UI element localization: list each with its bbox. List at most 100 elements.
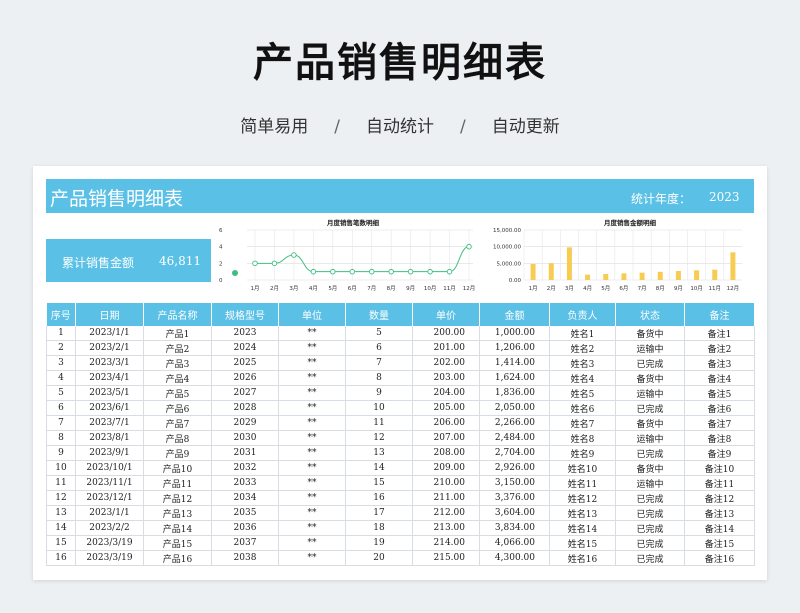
cell-col-price[interactable]: 211.00 bbox=[412, 490, 480, 506]
cell-col-qty[interactable]: 16 bbox=[345, 490, 413, 506]
table-row[interactable]: 12 2023/12/1 产品12 2034 ** 16 211.00 3,376.00 姓名1… bbox=[46, 490, 755, 506]
year-value[interactable]: 2023 bbox=[709, 190, 740, 204]
cell-col-price[interactable]: 210.00 bbox=[412, 475, 480, 491]
cell-col-unit[interactable]: ** bbox=[278, 475, 346, 491]
header-col-date[interactable]: 日期 bbox=[75, 303, 144, 326]
cell-col-status[interactable]: 已完成 bbox=[615, 535, 685, 551]
header-col-qty[interactable]: 数量 bbox=[345, 303, 413, 326]
table-row[interactable]: 9 2023/9/1 产品9 2031 ** 13 208.00 2,704.00 姓名9 已完成… bbox=[46, 445, 755, 461]
cell-col-qty[interactable]: 13 bbox=[345, 445, 413, 461]
cell-col-index[interactable]: 3 bbox=[46, 355, 76, 371]
cell-col-remark[interactable]: 备注9 bbox=[684, 445, 755, 461]
cell-col-remark[interactable]: 备注11 bbox=[684, 475, 755, 491]
cell-col-date[interactable]: 2023/4/1 bbox=[75, 370, 144, 386]
cell-col-amount[interactable]: 1,836.00 bbox=[479, 385, 550, 401]
monthly-amount-chart[interactable]: 月度销售金额明细 0.00 5,000.00 10,000.00 15,000.00 1月… bbox=[480, 216, 754, 298]
table-row[interactable]: 8 2023/8/1 产品8 2030 ** 12 207.00 2,484.00 姓名8 运输中… bbox=[46, 430, 755, 446]
cell-col-amount[interactable]: 3,604.00 bbox=[479, 505, 550, 521]
cell-col-amount[interactable]: 1,000.00 bbox=[479, 326, 550, 341]
cell-col-qty[interactable]: 14 bbox=[345, 460, 413, 476]
table-row[interactable]: 16 2023/3/19 产品16 2038 ** 20 215.00 4,300.00 姓名1… bbox=[46, 550, 755, 566]
cell-col-product[interactable]: 产品13 bbox=[143, 505, 212, 521]
cell-col-index[interactable]: 2 bbox=[46, 340, 76, 356]
cell-col-remark[interactable]: 备注13 bbox=[684, 505, 755, 521]
header-col-unit[interactable]: 单位 bbox=[278, 303, 346, 326]
cell-col-unit[interactable]: ** bbox=[278, 400, 346, 416]
cell-col-qty[interactable]: 20 bbox=[345, 550, 413, 566]
cell-col-index[interactable]: 13 bbox=[46, 505, 76, 521]
cell-col-owner[interactable]: 姓名10 bbox=[549, 460, 616, 476]
cell-col-price[interactable]: 208.00 bbox=[412, 445, 480, 461]
cell-col-owner[interactable]: 姓名5 bbox=[549, 385, 616, 401]
cell-col-qty[interactable]: 12 bbox=[345, 430, 413, 446]
cell-col-index[interactable]: 16 bbox=[46, 550, 76, 566]
cell-col-spec[interactable]: 2027 bbox=[211, 385, 279, 401]
cell-col-index[interactable]: 8 bbox=[46, 430, 76, 446]
cell-col-qty[interactable]: 6 bbox=[345, 340, 413, 356]
cell-col-spec[interactable]: 2038 bbox=[211, 550, 279, 566]
cell-col-amount[interactable]: 1,414.00 bbox=[479, 355, 550, 371]
cell-col-spec[interactable]: 2030 bbox=[211, 430, 279, 446]
cell-col-qty[interactable]: 19 bbox=[345, 535, 413, 551]
monthly-count-chart[interactable]: 月度销售笔数明细 0 2 4 6 1月 2月 3月 4月 5月 6月 7月 8月 9月 10月 11月 12月 bbox=[213, 216, 476, 298]
cell-col-status[interactable]: 已完成 bbox=[615, 490, 685, 506]
cell-col-remark[interactable]: 备注16 bbox=[684, 550, 755, 566]
cell-col-amount[interactable]: 2,484.00 bbox=[479, 430, 550, 446]
header-col-index[interactable]: 序号 bbox=[46, 303, 76, 326]
table-row[interactable]: 4 2023/4/1 产品4 2026 ** 8 203.00 1,624.00 姓名4 备货中备… bbox=[46, 370, 755, 386]
cell-col-qty[interactable]: 17 bbox=[345, 505, 413, 521]
cell-col-unit[interactable]: ** bbox=[278, 505, 346, 521]
cell-col-spec[interactable]: 2033 bbox=[211, 475, 279, 491]
cell-col-status[interactable]: 备货中 bbox=[615, 460, 685, 476]
cell-col-qty[interactable]: 15 bbox=[345, 475, 413, 491]
cell-col-price[interactable]: 213.00 bbox=[412, 520, 480, 536]
cell-col-qty[interactable]: 7 bbox=[345, 355, 413, 371]
cell-col-product[interactable]: 产品4 bbox=[143, 370, 212, 386]
cell-col-unit[interactable]: ** bbox=[278, 385, 346, 401]
cell-col-unit[interactable]: ** bbox=[278, 370, 346, 386]
cell-col-date[interactable]: 2023/11/1 bbox=[75, 475, 144, 491]
cell-col-owner[interactable]: 姓名2 bbox=[549, 340, 616, 356]
cell-col-status[interactable]: 已完成 bbox=[615, 445, 685, 461]
cell-col-unit[interactable]: ** bbox=[278, 460, 346, 476]
table-row[interactable]: 10 2023/10/1 产品10 2032 ** 14 209.00 2,926.00 姓名1… bbox=[46, 460, 755, 476]
header-col-price[interactable]: 单价 bbox=[412, 303, 480, 326]
cell-col-remark[interactable]: 备注10 bbox=[684, 460, 755, 476]
cell-col-owner[interactable]: 姓名3 bbox=[549, 355, 616, 371]
header-col-status[interactable]: 状态 bbox=[615, 303, 685, 326]
cell-col-product[interactable]: 产品6 bbox=[143, 400, 212, 416]
cell-col-owner[interactable]: 姓名11 bbox=[549, 475, 616, 491]
cell-col-amount[interactable]: 4,300.00 bbox=[479, 550, 550, 566]
cell-col-product[interactable]: 产品12 bbox=[143, 490, 212, 506]
cell-col-owner[interactable]: 姓名15 bbox=[549, 535, 616, 551]
cell-col-product[interactable]: 产品2 bbox=[143, 340, 212, 356]
cell-col-product[interactable]: 产品15 bbox=[143, 535, 212, 551]
cell-col-index[interactable]: 6 bbox=[46, 400, 76, 416]
cell-col-amount[interactable]: 2,050.00 bbox=[479, 400, 550, 416]
cell-col-owner[interactable]: 姓名4 bbox=[549, 370, 616, 386]
table-row[interactable]: 14 2023/2/2 产品14 2036 ** 18 213.00 3,834.00 姓名14… bbox=[46, 520, 755, 536]
cell-col-price[interactable]: 200.00 bbox=[412, 326, 480, 341]
header-col-owner[interactable]: 负责人 bbox=[549, 303, 616, 326]
cell-col-price[interactable]: 209.00 bbox=[412, 460, 480, 476]
cell-col-date[interactable]: 2023/1/1 bbox=[75, 326, 144, 341]
cell-col-unit[interactable]: ** bbox=[278, 535, 346, 551]
cell-col-price[interactable]: 206.00 bbox=[412, 415, 480, 431]
cell-col-date[interactable]: 2023/3/19 bbox=[75, 535, 144, 551]
cell-col-date[interactable]: 2023/7/1 bbox=[75, 415, 144, 431]
cell-col-product[interactable]: 产品9 bbox=[143, 445, 212, 461]
cell-col-unit[interactable]: ** bbox=[278, 340, 346, 356]
cell-col-date[interactable]: 2023/9/1 bbox=[75, 445, 144, 461]
cell-col-unit[interactable]: ** bbox=[278, 550, 346, 566]
table-row[interactable]: 7 2023/7/1 产品7 2029 ** 11 206.00 2,266.00 姓名7 备货中… bbox=[46, 415, 755, 431]
cell-col-date[interactable]: 2023/5/1 bbox=[75, 385, 144, 401]
cell-col-date[interactable]: 2023/2/2 bbox=[75, 520, 144, 536]
cell-col-qty[interactable]: 9 bbox=[345, 385, 413, 401]
cell-col-unit[interactable]: ** bbox=[278, 415, 346, 431]
cell-col-remark[interactable]: 备注15 bbox=[684, 535, 755, 551]
cell-col-qty[interactable]: 8 bbox=[345, 370, 413, 386]
cell-col-amount[interactable]: 4,066.00 bbox=[479, 535, 550, 551]
cell-col-amount[interactable]: 1,206.00 bbox=[479, 340, 550, 356]
cell-col-owner[interactable]: 姓名8 bbox=[549, 430, 616, 446]
cell-col-status[interactable]: 运输中 bbox=[615, 475, 685, 491]
